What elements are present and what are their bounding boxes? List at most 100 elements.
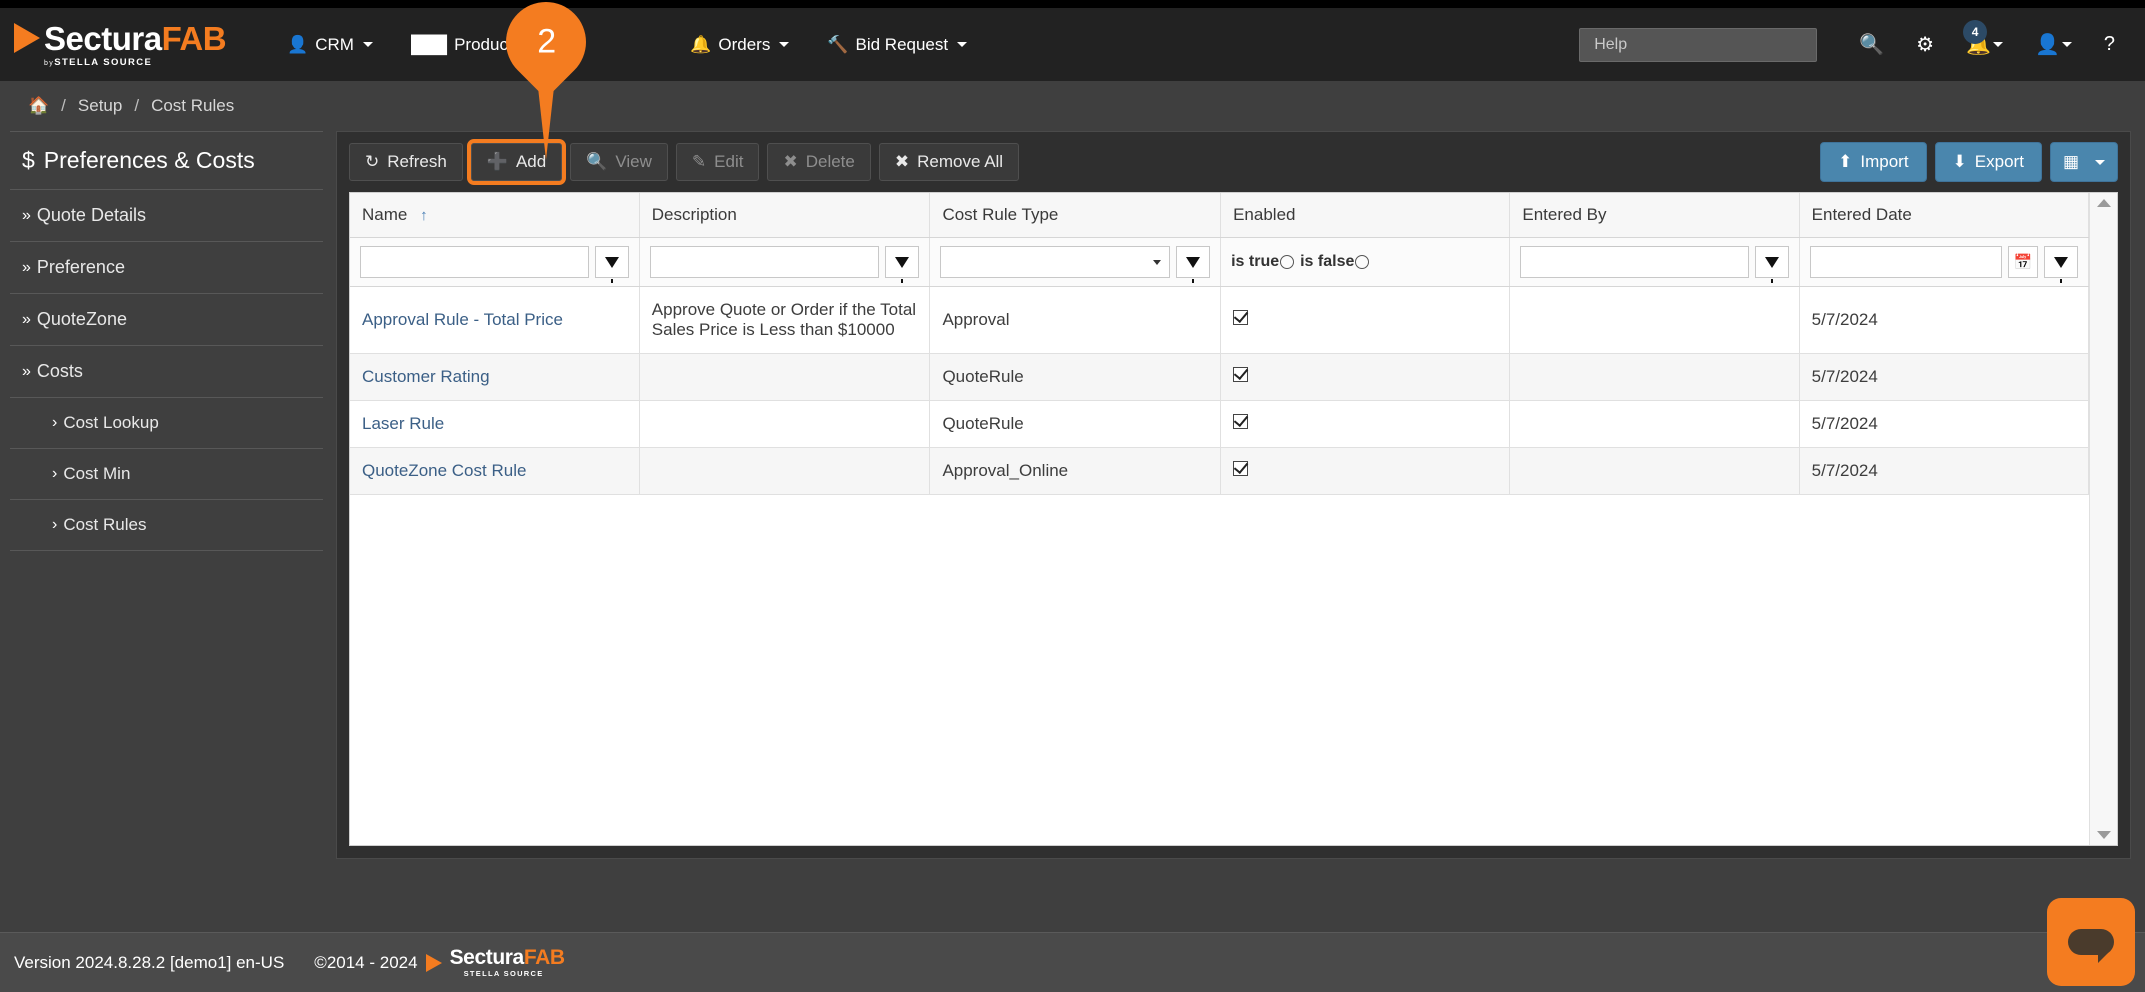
- row-name-link[interactable]: Laser Rule: [362, 414, 444, 433]
- home-icon[interactable]: 🏠: [28, 96, 49, 116]
- logo-tagline-by: by: [44, 60, 54, 67]
- sidebar-item-label: QuoteZone: [37, 309, 127, 330]
- cell-description: Approve Quote or Order if the Total Sale…: [639, 287, 930, 354]
- help-search-input[interactable]: Help: [1579, 28, 1817, 62]
- search-icon[interactable]: 🔍: [1843, 8, 1900, 81]
- sidebar-item-preference[interactable]: » Preference: [10, 242, 323, 294]
- gavel-icon: 🔨: [827, 35, 848, 55]
- app-logo[interactable]: SecturaFAB bySTELLA SOURCE: [14, 22, 226, 68]
- footer-logo: SecturaFAB STELLA SOURCE: [450, 947, 565, 978]
- filter-select-cost-rule-type[interactable]: [940, 246, 1170, 278]
- column-label: Name: [362, 205, 407, 224]
- nav-item-bid-request[interactable]: 🔨 Bid Request: [808, 8, 986, 81]
- chat-widget-button[interactable]: [2047, 898, 2135, 986]
- filter-cell-entered-by: [1510, 238, 1799, 287]
- funnel-icon: [2054, 257, 2068, 268]
- cell-name: QuoteZone Cost Rule: [350, 448, 639, 495]
- sidebar-item-costs[interactable]: » Costs: [10, 346, 323, 398]
- filter-input-entered-by[interactable]: [1520, 246, 1748, 278]
- sidebar-item-cost-min[interactable]: › Cost Min: [10, 449, 323, 500]
- gear-icon[interactable]: ⚙: [1900, 8, 1950, 81]
- sidebar-item-cost-rules[interactable]: › Cost Rules: [10, 500, 323, 551]
- sidebar-item-cost-lookup[interactable]: › Cost Lookup: [10, 398, 323, 449]
- close-x-icon: ✖: [783, 152, 797, 172]
- table-row[interactable]: Approval Rule - Total Price Approve Quot…: [350, 287, 2089, 354]
- cell-name: Customer Rating: [350, 354, 639, 401]
- bars-icon: ███: [411, 35, 447, 55]
- filter-input-name[interactable]: [360, 246, 589, 278]
- filter-radio-is-true[interactable]: [1280, 255, 1294, 269]
- sidebar-item-quote-details[interactable]: » Quote Details: [10, 190, 323, 242]
- filter-button-entered-by[interactable]: [1755, 246, 1789, 278]
- filter-is-false-label: is false: [1300, 253, 1354, 271]
- close-x-icon: ✖: [895, 152, 909, 172]
- cell-entered-by: [1510, 287, 1799, 354]
- filter-input-entered-date[interactable]: [1810, 246, 2002, 278]
- row-name-link[interactable]: Customer Rating: [362, 367, 490, 386]
- cell-cost-rule-type: QuoteRule: [930, 401, 1221, 448]
- cell-entered-date: 5/7/2024: [1799, 448, 2088, 495]
- primary-nav-items: 👤 CRM ███ Products 🔔 Orders 🔨 Bid Reques…: [268, 8, 986, 81]
- chevron-down-icon: [2095, 160, 2105, 165]
- chevron-down-icon: [957, 42, 967, 47]
- bell-icon: 🔔: [690, 35, 711, 55]
- filter-input-description[interactable]: [650, 246, 880, 278]
- sidebar-item-quotezone[interactable]: » QuoteZone: [10, 294, 323, 346]
- table-row[interactable]: Laser Rule QuoteRule 5/7/2024: [350, 401, 2089, 448]
- row-name-link[interactable]: Approval Rule - Total Price: [362, 310, 563, 329]
- table-row[interactable]: QuoteZone Cost Rule Approval_Online 5/7/…: [350, 448, 2089, 495]
- view-button[interactable]: 🔍 View: [570, 143, 668, 181]
- filter-button-description[interactable]: [885, 246, 919, 278]
- column-header-description[interactable]: Description: [639, 193, 930, 238]
- column-header-name[interactable]: Name ↑: [350, 193, 639, 238]
- sidebar-item-label: Cost Rules: [63, 515, 146, 535]
- column-label: Cost Rule Type: [942, 205, 1058, 224]
- funnel-icon: [1186, 257, 1200, 268]
- nav-item-crm[interactable]: 👤 CRM: [268, 8, 392, 81]
- sidebar-item-label: Costs: [37, 361, 83, 382]
- cell-description: [639, 401, 930, 448]
- notifications-bell-icon[interactable]: 4 🔔: [1950, 8, 2019, 81]
- user-account-icon[interactable]: 👤: [2019, 8, 2088, 81]
- scroll-up-icon[interactable]: [2097, 199, 2111, 207]
- cell-cost-rule-type: Approval: [930, 287, 1221, 354]
- chevron-down-icon: [1993, 42, 2003, 47]
- table-row[interactable]: Customer Rating QuoteRule 5/7/2024: [350, 354, 2089, 401]
- row-name-link[interactable]: QuoteZone Cost Rule: [362, 461, 526, 480]
- filter-button-entered-date[interactable]: [2044, 246, 2078, 278]
- import-button[interactable]: ⬆ Import: [1820, 142, 1926, 182]
- footer-brand: ©2014 - 2024 SecturaFAB STELLA SOURCE: [314, 947, 564, 978]
- grid-options-button[interactable]: ▦: [2050, 142, 2118, 182]
- calendar-icon[interactable]: 📅: [2008, 246, 2038, 278]
- table-empty-space: [350, 495, 2089, 847]
- logo-text-accent: FAB: [162, 20, 227, 57]
- edit-button[interactable]: ✎ Edit: [676, 143, 760, 181]
- filter-radio-is-false[interactable]: [1355, 255, 1369, 269]
- breadcrumb-item-cost-rules[interactable]: Cost Rules: [151, 96, 234, 116]
- checkbox-checked-icon: [1233, 310, 1248, 325]
- nav-item-orders[interactable]: 🔔 Orders: [671, 8, 808, 81]
- refresh-button[interactable]: ↻ Refresh: [349, 143, 463, 181]
- column-header-cost-rule-type[interactable]: Cost Rule Type: [930, 193, 1221, 238]
- nav-item-label: CRM: [315, 35, 354, 55]
- sidebar-item-label: Cost Lookup: [63, 413, 158, 433]
- column-header-entered-date[interactable]: Entered Date: [1799, 193, 2088, 238]
- column-header-entered-by[interactable]: Entered By: [1510, 193, 1799, 238]
- remove-all-button[interactable]: ✖ Remove All: [879, 143, 1019, 181]
- upload-icon: ⬆: [1838, 152, 1852, 172]
- column-header-enabled[interactable]: Enabled: [1221, 193, 1510, 238]
- export-button[interactable]: ⬇ Export: [1935, 142, 2042, 182]
- checkbox-checked-icon: [1233, 414, 1248, 429]
- plus-icon: ➕: [487, 152, 508, 172]
- scroll-down-icon[interactable]: [2097, 831, 2111, 839]
- cell-entered-date: 5/7/2024: [1799, 401, 2088, 448]
- logo-tagline-text: STELLA SOURCE: [54, 57, 152, 68]
- grid-vertical-scrollbar[interactable]: [2089, 193, 2117, 845]
- filter-button-name[interactable]: [595, 246, 629, 278]
- help-question-icon[interactable]: ?: [2088, 8, 2131, 81]
- logo-text-main: Sectura: [44, 20, 162, 57]
- breadcrumb-separator: /: [134, 96, 139, 116]
- filter-button-cost-rule-type[interactable]: [1176, 246, 1210, 278]
- breadcrumb-item-setup[interactable]: Setup: [78, 96, 122, 116]
- delete-button[interactable]: ✖ Delete: [767, 143, 870, 181]
